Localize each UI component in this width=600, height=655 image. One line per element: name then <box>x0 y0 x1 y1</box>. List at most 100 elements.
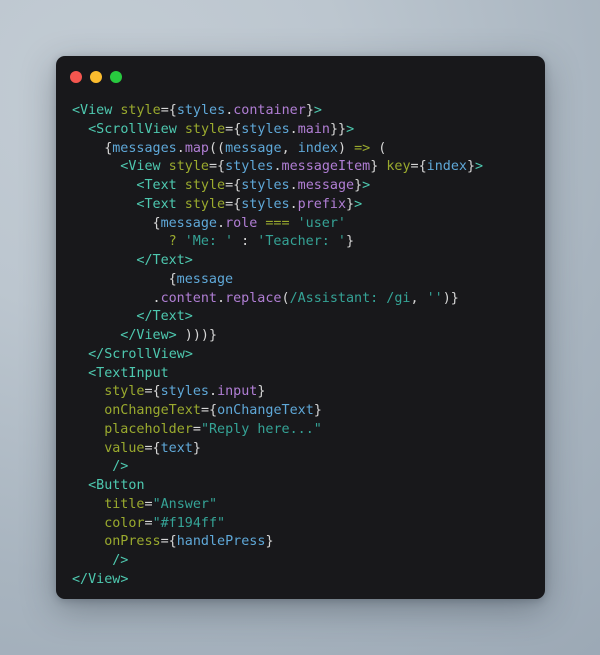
code-token-punc: , <box>410 290 427 306</box>
code-token-attr: style <box>120 103 161 118</box>
code-token-attr: onPress <box>104 534 161 550</box>
code-token-punc <box>177 234 185 249</box>
code-token-punc: ={ <box>160 534 177 550</box>
code-token-punc: . <box>209 384 218 400</box>
code-token-punc: )} <box>442 290 459 306</box>
code-token-op: => <box>354 140 371 156</box>
code-line: /> <box>56 458 545 477</box>
code-token-punc: ( <box>281 290 290 306</box>
code-token-punc: ={ <box>200 403 218 418</box>
code-token-str: 'Teacher: ' <box>257 234 346 250</box>
code-token-punc: , <box>281 140 298 156</box>
code-line: value={text} <box>56 440 545 459</box>
code-token-punc: { <box>152 215 161 231</box>
code-token-var: styles <box>241 121 290 137</box>
code-line: <View style={styles.messageItem} key={in… <box>56 158 545 177</box>
code-line: </Text> <box>56 308 545 327</box>
window-title-bar <box>56 56 545 98</box>
code-block[interactable]: <View style={styles.container}> <ScrollVi… <box>56 102 545 590</box>
code-token-punc: . <box>273 159 282 175</box>
code-token-attr: style <box>184 178 226 193</box>
code-token-var: styles <box>241 196 290 212</box>
close-window-icon[interactable] <box>70 71 82 83</box>
code-token-punc: ={ <box>144 384 161 400</box>
code-token-var: message <box>225 140 282 156</box>
code-token-punc: ={ <box>225 121 242 137</box>
code-token-var: styles <box>160 384 209 400</box>
code-token-punc <box>177 178 185 193</box>
minimize-window-icon[interactable] <box>90 71 102 83</box>
code-line: color="#f194ff" <box>56 515 545 534</box>
code-token-punc <box>177 122 185 137</box>
window-traffic-lights <box>70 71 122 83</box>
code-token-punc: { <box>168 271 177 287</box>
code-line: <Text style={styles.prefix}> <box>56 196 545 215</box>
code-token-op: ? <box>168 234 177 250</box>
code-line: </View> <box>56 571 545 590</box>
screen: <View style={styles.container}> <ScrollVi… <box>0 0 600 655</box>
code-token-tag: </ScrollView> <box>88 346 193 362</box>
code-token-attr: color <box>104 515 145 531</box>
code-token-tag: > <box>362 178 371 193</box>
code-token-var: onChangeText <box>217 403 314 418</box>
code-line: </View> )))} <box>56 327 545 346</box>
code-token-punc: . <box>152 290 161 306</box>
code-token-op: === <box>265 215 290 231</box>
code-token-str: 'user' <box>297 215 346 231</box>
code-token-str: "#f194ff" <box>152 515 226 531</box>
code-token-punc: = <box>144 496 153 512</box>
code-token-punc: ={ <box>225 178 242 193</box>
code-token-punc: ={ <box>160 103 177 118</box>
code-line: /> <box>56 552 545 571</box>
code-token-punc: } <box>257 384 266 400</box>
code-line: style={styles.input} <box>56 383 545 402</box>
code-line: <Button <box>56 477 545 496</box>
code-token-prop: prefix <box>297 196 347 212</box>
code-token-tag: > <box>313 103 322 118</box>
code-line: onChangeText={onChangeText} <box>56 402 545 421</box>
code-token-attr: style <box>168 159 209 175</box>
code-token-punc <box>161 159 169 174</box>
code-token-punc: ={ <box>208 159 226 175</box>
code-token-prop: main <box>297 121 330 137</box>
code-token-punc: } <box>466 159 476 175</box>
code-line: </Text> <box>56 252 545 271</box>
code-token-punc: } <box>345 234 355 250</box>
code-token-punc: (( <box>209 140 226 156</box>
code-token-tag: /> <box>112 459 129 475</box>
code-token-punc: . <box>217 215 226 231</box>
code-token-tag: </View> <box>120 328 177 343</box>
code-token-str: /Assistant: /gi <box>289 290 411 306</box>
code-token-punc: ( <box>370 140 387 156</box>
maximize-window-icon[interactable] <box>110 71 122 83</box>
code-token-punc <box>290 216 298 231</box>
code-token-tag: <Text <box>136 178 177 193</box>
code-token-var: message <box>176 271 234 287</box>
code-token-attr: placeholder <box>104 421 193 437</box>
code-token-var: styles <box>241 178 290 193</box>
code-token-var: styles <box>176 103 226 118</box>
code-line: {message.role === 'user' <box>56 215 545 234</box>
code-token-tag: <View <box>72 103 113 118</box>
code-line: onPress={handlePress} <box>56 533 545 552</box>
code-token-punc: . <box>176 140 185 156</box>
code-token-punc: . <box>289 121 298 137</box>
code-token-punc: } <box>313 403 322 418</box>
code-token-var: handlePress <box>176 534 266 550</box>
code-token-punc: ={ <box>225 196 242 212</box>
code-token-var: index <box>426 159 467 175</box>
code-token-var: text <box>160 440 193 456</box>
code-token-prop: content <box>160 290 217 306</box>
code-token-str: "Answer" <box>152 496 218 512</box>
code-line: <Text style={styles.message}> <box>56 177 545 196</box>
code-line: title="Answer" <box>56 496 545 515</box>
code-token-prop: messageItem <box>281 159 371 175</box>
code-token-tag: <Text <box>136 196 177 212</box>
code-token-tag: <View <box>120 159 161 175</box>
code-token-prop: map <box>184 140 209 156</box>
code-token-str: "Reply here..." <box>200 421 322 437</box>
code-token-tag: </View> <box>72 571 129 587</box>
code-token-tag: <ScrollView <box>88 121 177 137</box>
code-token-var: index <box>297 140 338 156</box>
code-editor-window: <View style={styles.container}> <ScrollVi… <box>56 56 545 599</box>
